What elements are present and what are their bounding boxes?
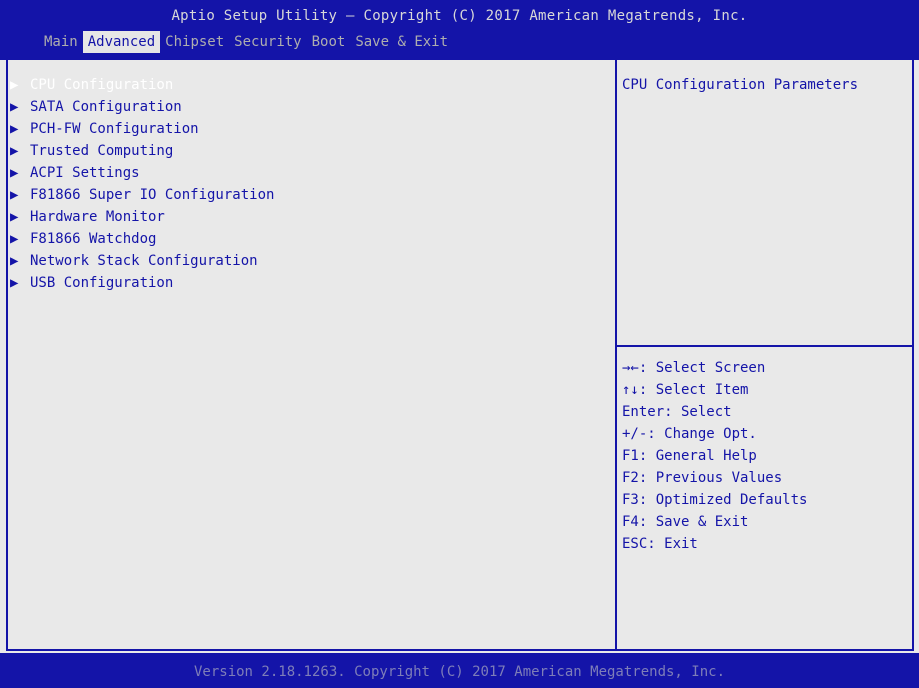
menu-item-super-io-configuration[interactable]: ▶ F81866 Super IO Configuration: [10, 184, 274, 206]
menu-item-label: F81866 Super IO Configuration: [30, 187, 275, 203]
tab-bar: Main Advanced Chipset Security Boot Save…: [39, 31, 453, 53]
version-footer: Version 2.18.1263. Copyright (C) 2017 Am…: [193, 664, 725, 680]
panel-divider-vertical: [615, 60, 617, 651]
tab-save-exit[interactable]: Save & Exit: [350, 31, 453, 53]
menu-item-label: Trusted Computing: [30, 143, 174, 159]
menu-item-network-stack-configuration[interactable]: ▶ Network Stack Configuration: [10, 250, 274, 272]
menu-item-hardware-monitor[interactable]: ▶ Hardware Monitor: [10, 206, 274, 228]
menu-item-acpi-settings[interactable]: ▶ ACPI Settings: [10, 162, 274, 184]
key-hint-f1: F1: General Help: [622, 448, 757, 464]
key-hint-f3: F3: Optimized Defaults: [622, 492, 808, 508]
key-hint-select-item: ↑↓: Select Item: [622, 382, 749, 398]
key-hint-f2: F2: Previous Values: [622, 470, 783, 486]
tab-boot[interactable]: Boot: [307, 31, 351, 53]
tab-chipset[interactable]: Chipset: [160, 31, 229, 53]
setup-title: Aptio Setup Utility – Copyright (C) 2017…: [171, 8, 748, 24]
menu-item-label: USB Configuration: [30, 275, 174, 291]
submenu-arrow-icon: ▶: [10, 253, 19, 269]
key-hint-enter: Enter: Select: [622, 404, 732, 420]
advanced-menu-list: ▶ CPU Configuration ▶ SATA Configuration ▶…: [10, 74, 274, 294]
key-hint-f4: F4: Save & Exit: [622, 514, 749, 530]
item-help-description: CPU Configuration Parameters: [622, 77, 859, 93]
key-hint-select-screen: →←: Select Screen: [622, 360, 766, 376]
menu-item-label: F81866 Watchdog: [30, 231, 157, 247]
menu-item-label: CPU Configuration: [30, 77, 174, 93]
submenu-arrow-icon: ▶: [10, 143, 19, 159]
menu-item-label: SATA Configuration: [30, 99, 182, 115]
key-hint-esc: ESC: Exit: [622, 536, 698, 552]
submenu-arrow-icon: ▶: [10, 209, 19, 225]
submenu-arrow-icon: ▶: [10, 99, 19, 115]
submenu-arrow-icon: ▶: [10, 231, 19, 247]
menu-item-label: PCH-FW Configuration: [30, 121, 199, 137]
submenu-arrow-icon: ▶: [10, 77, 19, 93]
menu-item-label: ACPI Settings: [30, 165, 140, 181]
menu-item-usb-configuration[interactable]: ▶ USB Configuration: [10, 272, 274, 294]
submenu-arrow-icon: ▶: [10, 275, 19, 291]
menu-item-trusted-computing[interactable]: ▶ Trusted Computing: [10, 140, 274, 162]
key-hint-change-opt: +/-: Change Opt.: [622, 426, 757, 442]
menu-item-sata-configuration[interactable]: ▶ SATA Configuration: [10, 96, 274, 118]
menu-item-label: Hardware Monitor: [30, 209, 165, 225]
submenu-arrow-icon: ▶: [10, 187, 19, 203]
help-divider-horizontal: [617, 345, 914, 347]
key-legend: →←: Select Screen ↑↓: Select Item Enter:…: [622, 357, 807, 555]
menu-item-pch-fw-configuration[interactable]: ▶ PCH-FW Configuration: [10, 118, 274, 140]
submenu-arrow-icon: ▶: [10, 165, 19, 181]
menu-item-label: Network Stack Configuration: [30, 253, 258, 269]
menu-item-cpu-configuration[interactable]: ▶ CPU Configuration: [10, 74, 274, 96]
tab-security[interactable]: Security: [229, 31, 306, 53]
submenu-arrow-icon: ▶: [10, 121, 19, 137]
tab-main[interactable]: Main: [39, 31, 83, 53]
menu-item-watchdog[interactable]: ▶ F81866 Watchdog: [10, 228, 274, 250]
tab-advanced[interactable]: Advanced: [82, 31, 161, 53]
